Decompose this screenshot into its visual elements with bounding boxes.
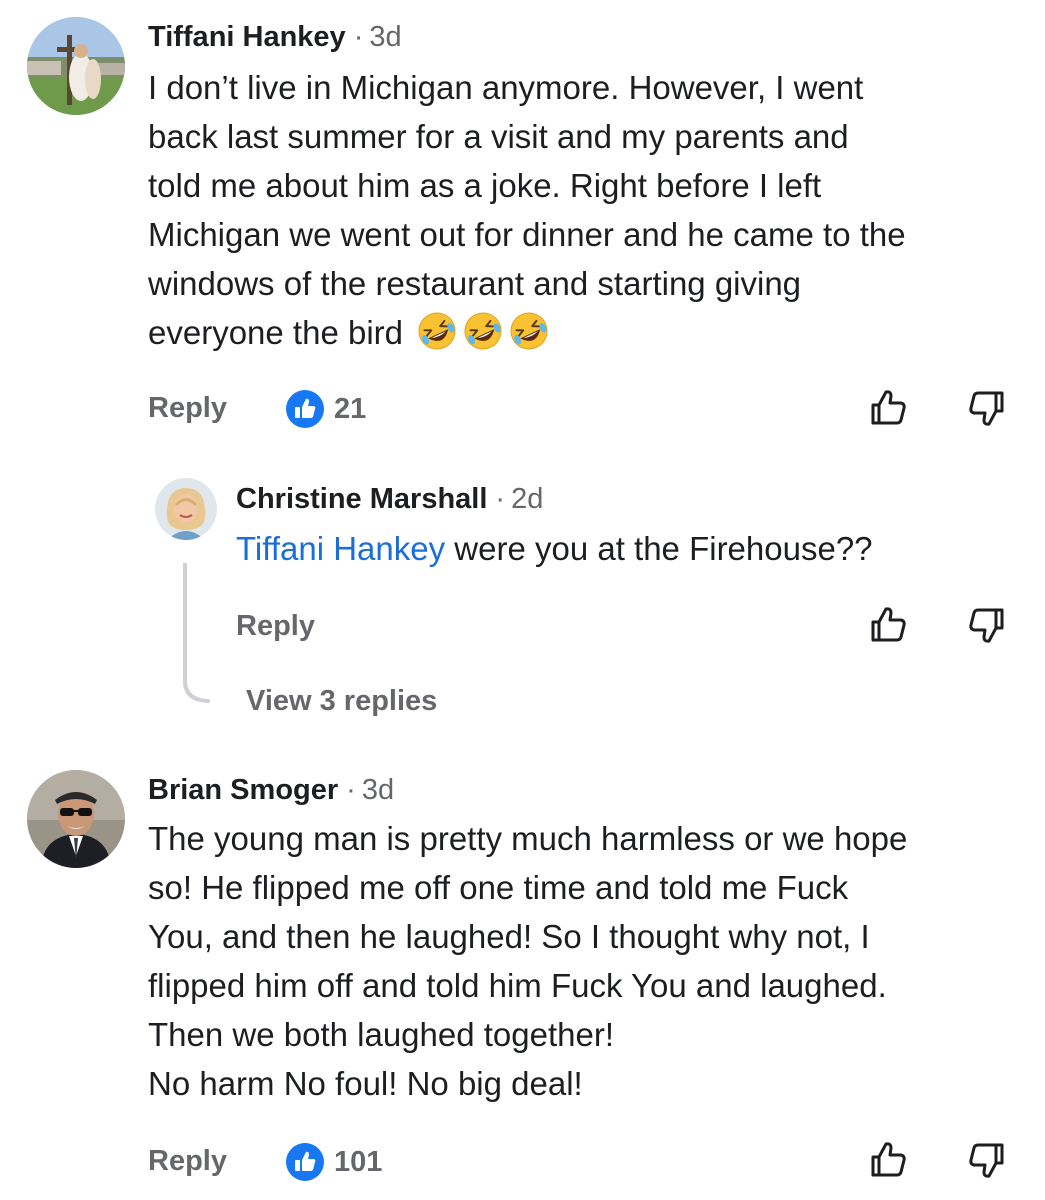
comment-line-last: everyone the bird [148,308,906,357]
view-replies-button[interactable]: View 3 replies [246,683,437,719]
comment-line-text: everyone the bird [148,314,403,351]
comment-line-text: were you at the Firehouse?? [445,530,873,567]
comment-line: windows of the restaurant and starting g… [148,265,802,302]
avatar[interactable] [27,770,125,868]
comment-line: Tiffani Hankey were you at the Firehouse… [236,524,873,573]
like-count[interactable]: 21 [286,390,366,428]
comment-header: Tiffani Hankey · 3d [148,17,402,57]
reply-button[interactable]: Reply [148,390,227,426]
thumbs-up-outline-icon [871,607,906,642]
downvote-button[interactable] [965,603,1009,647]
comment-body: Tiffani Hankey were you at the Firehouse… [236,524,873,573]
comment-line: told me about him as a joke. Right befor… [148,167,822,204]
like-count[interactable]: 101 [286,1143,382,1181]
author-name[interactable]: Christine Marshall [236,483,487,515]
separator-dot: · [353,21,364,53]
reply-button[interactable]: Reply [148,1143,227,1179]
comment-line: You, and then he laughed! So I thought w… [148,918,870,955]
comment-line: Michigan we went out for dinner and he c… [148,216,906,253]
like-thumb-badge-icon [286,1143,324,1181]
downvote-button[interactable] [965,386,1009,430]
thumbs-down-outline-icon [969,608,1004,643]
thumbs-up-outline-icon [871,1142,906,1177]
thumbs-down-outline-icon [969,1143,1004,1178]
rolling-on-floor-laughing-emoji [462,310,504,352]
reply-button[interactable]: Reply [236,608,315,644]
thumbs-down-outline-icon [969,391,1004,426]
like-count-number: 21 [334,393,367,425]
thread-connector-line [183,563,210,703]
rolling-on-floor-laughing-emoji [508,310,550,352]
mention-link[interactable]: Tiffani Hankey [236,530,445,567]
comment-line: The young man is pretty much harmless or… [148,820,908,857]
comment-line: back last summer for a visit and my pare… [148,118,849,155]
comment-body: The young man is pretty much harmless or… [148,814,907,1108]
comment-line: Then we both laughed together! [148,1016,615,1053]
upvote-button[interactable] [866,1138,910,1182]
timestamp[interactable]: 3d [369,21,401,53]
separator-dot: · [346,774,356,806]
comment-body: I don’t live in Michigan anymore. Howeve… [148,63,906,357]
avatar-photo [27,770,125,868]
avatar-photo [27,17,125,115]
avatar-photo [155,478,217,540]
like-count-number: 101 [334,1146,383,1178]
avatar[interactable] [27,17,125,115]
thumbs-up-outline-icon [871,390,906,425]
downvote-button[interactable] [965,1138,1009,1182]
separator-dot: · [495,483,506,515]
comment-line: I don’t live in Michigan anymore. Howeve… [148,69,864,106]
comment-line: flipped him off and told him Fuck You an… [148,967,887,1004]
comment-line: so! He flipped me off one time and told … [148,869,849,906]
avatar[interactable] [155,478,217,540]
comment-line: No harm No foul! No big deal! [148,1065,583,1102]
comment-header: Christine Marshall · 2d [236,479,543,519]
like-thumb-badge-icon [286,390,324,428]
rolling-on-floor-laughing-emoji [416,310,458,352]
upvote-button[interactable] [866,386,910,430]
author-name[interactable]: Tiffani Hankey [148,21,346,53]
timestamp[interactable]: 3d [362,774,394,806]
author-name[interactable]: Brian Smoger [148,774,338,806]
comment-header: Brian Smoger · 3d [148,770,394,810]
upvote-button[interactable] [866,603,910,647]
timestamp[interactable]: 2d [511,483,543,515]
